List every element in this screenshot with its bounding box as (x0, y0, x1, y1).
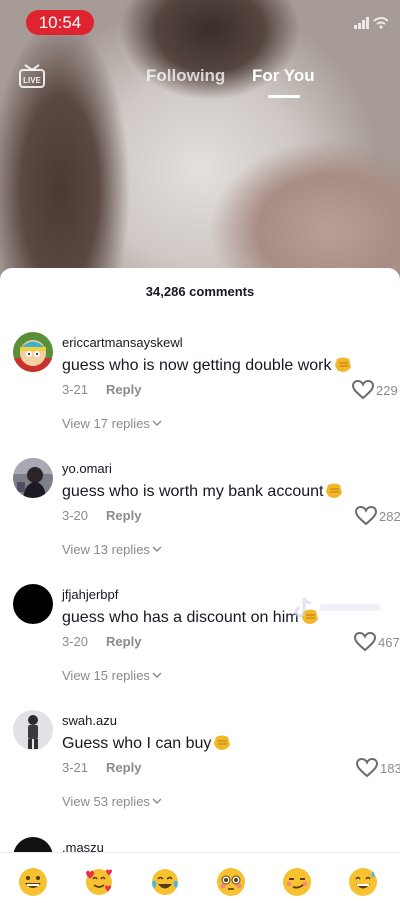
signal-wifi-icon (354, 17, 389, 29)
view-replies-button[interactable]: View 13 replies (62, 542, 162, 557)
comment-item: swah.azu Guess who I can buy 3-21 Reply 1… (0, 710, 400, 836)
video-background[interactable] (0, 0, 400, 290)
comment-meta: 3-21 Reply (62, 760, 141, 775)
fist-bump-emoji-icon (326, 483, 343, 498)
view-replies-label: View 15 replies (62, 668, 150, 683)
avatar[interactable] (13, 710, 53, 750)
feed-tabs: Following For You (0, 66, 400, 98)
like-count: 467 (378, 635, 400, 650)
chevron-down-icon (152, 798, 162, 804)
like-button[interactable]: 282 (355, 506, 400, 526)
smiling-hearts-emoji-icon[interactable] (84, 867, 114, 897)
comment-text: guess who has a discount on him (62, 607, 320, 627)
view-replies-button[interactable]: View 53 replies (62, 794, 162, 809)
avatar[interactable] (13, 584, 53, 624)
avatar[interactable] (13, 332, 53, 372)
fist-bump-emoji-icon (334, 357, 351, 372)
comment-meta: 3-20 Reply (62, 634, 141, 649)
like-count: 282 (379, 509, 400, 524)
reply-button[interactable]: Reply (106, 634, 141, 649)
comment-date: 3-21 (62, 760, 89, 775)
view-replies-button[interactable]: View 15 replies (62, 668, 162, 683)
reply-button[interactable]: Reply (106, 508, 141, 523)
like-button[interactable]: 467 (354, 632, 400, 652)
tiktok-watermark-icon (294, 596, 390, 620)
comment-username[interactable]: jfjahjerbpf (62, 587, 118, 602)
comment-text-content: guess who is now getting double work (62, 357, 332, 374)
chevron-down-icon (152, 672, 162, 678)
heart-icon (352, 380, 374, 400)
heart-icon (355, 506, 377, 526)
comment-meta: 3-21 Reply (62, 382, 141, 397)
smirk-emoji-icon[interactable] (282, 867, 312, 897)
comment-date: 3-20 (62, 634, 89, 649)
active-tab-indicator (268, 95, 300, 98)
view-replies-label: View 53 replies (62, 794, 150, 809)
comment-username[interactable]: ericcartmansayskewl (62, 335, 183, 350)
comment-text-content: guess who has a discount on him (62, 609, 299, 626)
comment-text: guess who is now getting double work (62, 355, 353, 375)
comment-username[interactable]: swah.azu (62, 713, 117, 728)
comment-item: .maszu (0, 834, 400, 877)
like-count: 229 (376, 383, 398, 398)
chevron-down-icon (152, 420, 162, 426)
comment-date: 3-21 (62, 382, 89, 397)
comments-sheet: 34,286 comments ericcartmansayskewl gues… (0, 268, 400, 903)
chevron-down-icon (152, 546, 162, 552)
comment-date: 3-20 (62, 508, 89, 523)
grinning-emoji-icon[interactable] (18, 867, 48, 897)
comments-count-title: 34,286 comments (145, 284, 255, 299)
like-count: 183 (380, 761, 400, 776)
sweat-smile-emoji-icon[interactable] (348, 867, 378, 897)
comment-text-content: Guess who I can buy (62, 735, 212, 752)
flushed-emoji-icon[interactable] (216, 867, 246, 897)
like-button[interactable]: 229 (352, 380, 400, 400)
comment-username[interactable]: yo.omari (62, 461, 112, 476)
comment-text-content: guess who is worth my bank account (62, 483, 324, 500)
view-replies-label: View 13 replies (62, 542, 150, 557)
comment-text: guess who is worth my bank account (62, 481, 344, 501)
status-icons (354, 16, 389, 30)
emoji-quick-bar (0, 852, 400, 903)
tab-for-you[interactable]: For You (252, 66, 315, 86)
comment-text: Guess who I can buy (62, 733, 232, 753)
tab-following[interactable]: Following (146, 66, 225, 86)
tears-of-joy-emoji-icon[interactable] (150, 867, 180, 897)
reply-button[interactable]: Reply (106, 382, 141, 397)
like-button[interactable]: 183 (356, 758, 400, 778)
status-time: 10:54 (26, 10, 94, 35)
comment-item: ericcartmansayskewl guess who is now get… (0, 332, 400, 458)
view-replies-label: View 17 replies (62, 416, 150, 431)
comment-item: yo.omari guess who is worth my bank acco… (0, 458, 400, 584)
fist-bump-emoji-icon (214, 735, 231, 750)
view-replies-button[interactable]: View 17 replies (62, 416, 162, 431)
reply-button[interactable]: Reply (106, 760, 141, 775)
avatar[interactable] (13, 458, 53, 498)
comment-meta: 3-20 Reply (62, 508, 141, 523)
heart-icon (354, 632, 376, 652)
heart-icon (356, 758, 378, 778)
